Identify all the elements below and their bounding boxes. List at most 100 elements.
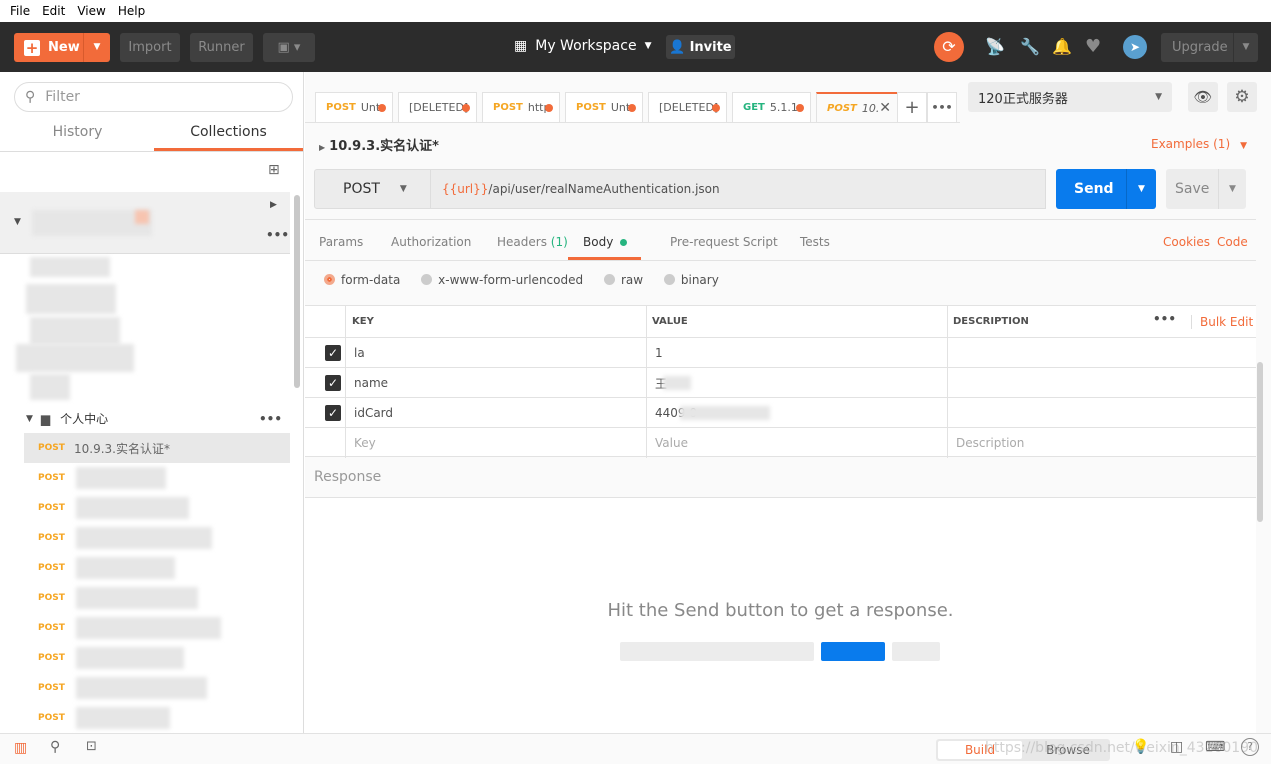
- upgrade-button[interactable]: Upgrade ▼: [1161, 33, 1258, 62]
- environment-select[interactable]: 120正式服务器 ▼: [968, 82, 1172, 112]
- value-input[interactable]: Value: [647, 428, 688, 458]
- search-icon[interactable]: ⚲: [50, 739, 60, 755]
- radio-binary[interactable]: binary: [663, 273, 719, 287]
- key-cell[interactable]: name: [346, 368, 388, 398]
- tab-history[interactable]: History: [0, 124, 155, 140]
- request-item[interactable]: POST: [24, 673, 290, 703]
- chevron-down-icon[interactable]: ▼: [1233, 33, 1258, 62]
- menu-view[interactable]: View: [77, 4, 105, 18]
- filter-input[interactable]: ⚲ Filter: [14, 82, 293, 112]
- unsaved-dot: [628, 104, 636, 112]
- request-item[interactable]: POST: [24, 553, 290, 583]
- satellite-icon[interactable]: 📡: [985, 37, 1005, 56]
- new-window-button[interactable]: ▣ ▾: [263, 33, 315, 62]
- request-tab[interactable]: POST Unt: [565, 92, 643, 122]
- request-item[interactable]: POST: [24, 463, 290, 493]
- more-icon[interactable]: •••: [266, 228, 289, 242]
- console-icon[interactable]: ⊡: [86, 739, 97, 754]
- radio-urlencoded[interactable]: x-www-form-urlencoded: [421, 273, 583, 287]
- bell-icon[interactable]: 🔔: [1052, 37, 1072, 56]
- menu-help[interactable]: Help: [118, 4, 145, 18]
- request-tab[interactable]: GET 5.1.1: [732, 92, 811, 122]
- tab-tests[interactable]: Tests: [800, 235, 830, 249]
- menu-edit[interactable]: Edit: [42, 4, 65, 18]
- lightbulb-icon[interactable]: 💡: [1132, 739, 1149, 755]
- key-input[interactable]: Key: [346, 428, 376, 458]
- request-tab[interactable]: POST 10. ✕: [816, 92, 898, 122]
- tab-headers[interactable]: Headers (1): [497, 235, 568, 249]
- radio-form-data[interactable]: form-data: [324, 273, 400, 287]
- tab-body[interactable]: Body: [568, 227, 642, 260]
- request-item[interactable]: POST: [24, 703, 290, 733]
- row-checkbox[interactable]: ✓: [325, 405, 341, 421]
- folder-personal-center[interactable]: ▼ ▆ 个人中心 •••: [26, 410, 290, 427]
- request-item[interactable]: POST: [24, 583, 290, 613]
- menu-bar: File Edit View Help: [0, 0, 1271, 22]
- close-icon[interactable]: ✕: [879, 100, 891, 116]
- wrench-icon[interactable]: 🔧: [1020, 37, 1040, 56]
- request-item[interactable]: POST: [24, 493, 290, 523]
- method-select[interactable]: POST ▼: [314, 169, 431, 209]
- value-cell[interactable]: 1: [647, 338, 663, 368]
- request-item[interactable]: POST: [24, 523, 290, 553]
- keyboard-icon[interactable]: ⌨: [1205, 739, 1225, 755]
- chevron-down-icon[interactable]: ▼: [1218, 169, 1246, 209]
- two-pane-icon[interactable]: ◫: [1170, 739, 1183, 755]
- row-checkbox[interactable]: ✓: [325, 375, 341, 391]
- main-scrollbar[interactable]: [1257, 362, 1263, 522]
- add-tab-button[interactable]: +: [897, 92, 927, 122]
- more-icon[interactable]: •••: [259, 412, 282, 426]
- import-button[interactable]: Import: [120, 33, 180, 62]
- new-button[interactable]: + New ▼: [14, 33, 110, 62]
- request-item[interactable]: POST: [24, 643, 290, 673]
- tab-params[interactable]: Params: [319, 235, 363, 249]
- avatar[interactable]: ➤: [1123, 35, 1147, 59]
- request-item[interactable]: POST: [24, 613, 290, 643]
- save-button[interactable]: Save ▼: [1166, 169, 1246, 209]
- tab-prerequest-script[interactable]: Pre-request Script: [670, 235, 778, 249]
- chevron-down-icon[interactable]: ▼: [1126, 169, 1156, 209]
- radio-raw[interactable]: raw: [603, 273, 643, 287]
- method-badge: POST: [38, 713, 65, 723]
- send-button[interactable]: Send ▼: [1056, 169, 1156, 209]
- request-tab[interactable]: POST Unt: [315, 92, 393, 122]
- sidebar-scrollbar[interactable]: [294, 195, 300, 388]
- bulk-edit-link[interactable]: Bulk Edit: [1191, 315, 1253, 329]
- invite-button[interactable]: 👤 Invite: [666, 35, 735, 59]
- cookies-link[interactable]: Cookies: [1163, 235, 1210, 249]
- request-tab[interactable]: [DELETED]: [648, 92, 727, 122]
- runner-button[interactable]: Runner: [190, 33, 253, 62]
- description-cell[interactable]: [948, 338, 956, 368]
- more-tabs-button[interactable]: •••: [927, 92, 957, 122]
- tab-authorization[interactable]: Authorization: [391, 235, 471, 249]
- gear-icon[interactable]: ⚙: [1227, 82, 1257, 112]
- workspace-selector[interactable]: ▦ My Workspace ▼: [514, 38, 652, 54]
- body-type-group: form-data x-www-form-urlencoded raw bina…: [324, 273, 719, 287]
- help-icon[interactable]: ?: [1241, 738, 1259, 756]
- eye-icon[interactable]: 👁: [1188, 82, 1218, 112]
- description-input[interactable]: Description: [948, 428, 1024, 458]
- description-cell[interactable]: [948, 368, 956, 398]
- more-icon[interactable]: •••: [1153, 312, 1176, 326]
- sync-icon[interactable]: ⟳: [934, 32, 964, 62]
- request-title[interactable]: ▶ 10.9.3.实名认证*: [319, 135, 439, 154]
- request-item-active[interactable]: POST 10.9.3.实名认证*: [24, 433, 290, 463]
- invite-label: Invite: [689, 39, 732, 55]
- collection-header[interactable]: ▼ ▶ •••: [0, 192, 290, 254]
- heart-icon[interactable]: ♥: [1085, 36, 1101, 57]
- chevron-down-icon[interactable]: ▼: [83, 33, 110, 62]
- description-cell[interactable]: [948, 398, 956, 428]
- request-tab[interactable]: POST http: [482, 92, 560, 122]
- new-collection-icon[interactable]: ⊞: [268, 162, 280, 178]
- sidebar-toggle-icon[interactable]: ▥: [14, 740, 27, 756]
- examples-dropdown[interactable]: Examples (1) ▼: [1151, 137, 1247, 151]
- tab-collections[interactable]: Collections: [154, 124, 303, 151]
- menu-file[interactable]: File: [10, 4, 30, 18]
- expand-icon[interactable]: ▶: [270, 200, 277, 210]
- request-tab[interactable]: [DELETED]: [398, 92, 477, 122]
- key-cell[interactable]: la: [346, 338, 365, 368]
- code-link[interactable]: Code: [1217, 235, 1248, 249]
- url-input[interactable]: {{url}}/api/user/realNameAuthentication.…: [431, 169, 1046, 209]
- key-cell[interactable]: idCard: [346, 398, 393, 428]
- row-checkbox[interactable]: ✓: [325, 345, 341, 361]
